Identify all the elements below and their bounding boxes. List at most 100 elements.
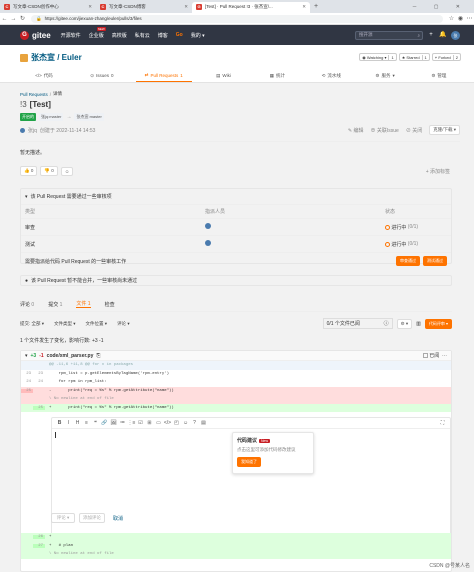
tab-comments[interactable]: 评论 0	[20, 301, 34, 308]
tab-files[interactable]: 文件 1	[76, 300, 91, 308]
tab-manage[interactable]: ⚙ 管理	[417, 70, 461, 82]
add-icon[interactable]: +	[427, 31, 435, 39]
new-tab-icon[interactable]: +	[314, 3, 318, 10]
thumbs-up-button[interactable]: 👍 0	[20, 166, 38, 176]
add-tag-link[interactable]: + 添加标签	[426, 168, 450, 175]
got-it-button[interactable]: 我知道了	[237, 457, 261, 467]
attachment-icon[interactable]: ◰	[172, 420, 181, 426]
close-tab-icon[interactable]: ✕	[88, 4, 92, 10]
tab-issues[interactable]: ⊙ Issues 0	[78, 70, 126, 82]
gitee-logo-icon[interactable]: G	[20, 30, 29, 40]
help-icon[interactable]: ?	[190, 420, 199, 426]
file-name[interactable]: code/xml_parser.py	[47, 353, 94, 359]
approve-test-button[interactable]: 测试通过	[423, 256, 447, 266]
inline-code-icon[interactable]: </>	[163, 420, 172, 426]
table-icon[interactable]: ⊞	[145, 420, 154, 426]
forward-icon[interactable]: →	[9, 16, 18, 22]
code-review-button[interactable]: 代码评审 ▾	[424, 318, 452, 329]
fork-button[interactable]: ⑂ Forked 2	[431, 53, 461, 61]
clone-download-button[interactable]: 克隆/下载 ▾	[429, 125, 460, 135]
tab-wiki[interactable]: ▤ Wiki	[202, 70, 246, 82]
browser-tab-csdn-write[interactable]: C 写文章-CSDN创作中心 ✕	[0, 2, 96, 13]
diff-line-deleted[interactable]: 25 - print("req = %s" % rpm.getAttribute(…	[21, 386, 451, 395]
nav-private-cloud[interactable]: 私有云	[135, 32, 150, 39]
close-tab-icon[interactable]: ✕	[302, 4, 306, 10]
close-pr-button[interactable]: ⊘ 关闭	[406, 127, 422, 134]
italic-icon[interactable]: I	[64, 420, 73, 426]
watch-button[interactable]: ◉ Watching ▾ 1	[359, 53, 397, 61]
chevron-down-icon[interactable]: ▾	[25, 353, 28, 359]
tab-code[interactable]: </> 代码	[20, 70, 68, 82]
code-suggestion-icon[interactable]: ▤	[199, 420, 208, 426]
ordered-list-icon[interactable]: ⋮≡	[127, 420, 136, 426]
menu-icon[interactable]: ⋯	[465, 15, 474, 22]
nav-open-source[interactable]: 开源软件	[61, 32, 81, 39]
strikethrough-icon[interactable]: ≡	[82, 420, 91, 426]
profile-icon[interactable]: ◉	[456, 15, 465, 22]
diff-line-added[interactable]: 25 + print("req = %s" % rpm.getAttribute(…	[21, 403, 451, 412]
nav-enterprise[interactable]: 企业版 NEW	[89, 26, 106, 39]
tab-pull-requests[interactable]: ⇄ Pull Requests 1	[135, 69, 192, 82]
target-branch[interactable]: 张杰宣:master	[74, 113, 104, 121]
search-input[interactable]: 搜开源 ⌕	[355, 30, 423, 40]
heading-icon[interactable]: H	[73, 420, 82, 426]
more-icon[interactable]: ⋯	[442, 353, 447, 359]
filter-comments[interactable]: 评论 ▾	[117, 321, 130, 327]
unordered-list-icon[interactable]: ≔	[118, 420, 127, 426]
nav-go[interactable]: Go	[176, 32, 183, 38]
diff-line-added[interactable]: 27 + # plan	[21, 541, 451, 550]
diff-line-added[interactable]: 26 +	[21, 533, 451, 542]
filter-file-location[interactable]: 文件位置 ▾	[86, 321, 108, 327]
fullscreen-icon[interactable]: ⛶	[438, 420, 447, 426]
author-avatar[interactable]	[20, 127, 25, 133]
cancel-button[interactable]: 取消	[113, 515, 123, 522]
filter-commits[interactable]: 提交: 全部 ▾	[20, 321, 44, 327]
gitee-logo-text[interactable]: gitee	[32, 31, 51, 40]
nav-mine[interactable]: 我的 ▾	[191, 32, 205, 39]
code-block-icon[interactable]: ▭	[154, 420, 163, 426]
comment-button[interactable]: 评论 ▾	[51, 513, 75, 523]
viewed-checkbox[interactable]	[422, 353, 428, 358]
repo-name[interactable]: Euler	[62, 53, 82, 62]
filter-file-type[interactable]: 文件类型 ▾	[54, 321, 76, 327]
nav-university[interactable]: 高校版	[112, 32, 127, 39]
image-icon[interactable]: 🖼	[109, 420, 118, 426]
tab-stats[interactable]: ▦ 统计	[255, 70, 299, 82]
window-controls[interactable]: ─ ▢ ✕	[413, 4, 474, 10]
add-reaction-button[interactable]: ☺	[60, 166, 74, 176]
author-name[interactable]: 张jq	[28, 127, 37, 134]
approve-review-button[interactable]: 审查通过	[396, 256, 420, 266]
edit-button[interactable]: ✎ 编辑	[348, 127, 364, 134]
tab-pipeline[interactable]: ⟲ 流水线	[309, 70, 353, 82]
filter-label: 文件位置	[85, 320, 104, 326]
add-comment-button[interactable]: 添加评论	[79, 513, 105, 523]
source-branch[interactable]: 张jq:master	[39, 113, 64, 121]
url-input[interactable]: 🔒 https://gitee.com/jiexuan-zhang/euler/…	[31, 14, 443, 23]
browser-tab-csdn-blog[interactable]: C 写文章-CSDN博客 ✕	[96, 2, 192, 13]
link-icon[interactable]: 🔗	[100, 420, 109, 426]
tab-checks[interactable]: 检查	[105, 301, 115, 308]
thumbs-down-button[interactable]: 👎 0	[40, 166, 58, 176]
sidebar-toggle-icon[interactable]: ▥	[416, 321, 421, 327]
star-button[interactable]: ★ Starred 1	[398, 53, 430, 61]
task-list-icon[interactable]: ☑	[136, 420, 145, 426]
quote-icon[interactable]: ❝	[91, 420, 100, 426]
repo-owner[interactable]: 张杰宣	[31, 52, 55, 63]
emoji-icon[interactable]: ☺	[181, 420, 190, 426]
tab-services[interactable]: ⚙ 服务 ▾	[363, 70, 407, 82]
close-tab-icon[interactable]: ✕	[184, 4, 188, 10]
tab-commits[interactable]: 提交 1	[48, 301, 62, 308]
chevron-down-icon[interactable]: ▾	[25, 194, 28, 200]
back-icon[interactable]: ←	[0, 16, 9, 22]
nav-blog[interactable]: 博客	[158, 32, 168, 39]
avatar[interactable]: 张	[451, 30, 460, 40]
settings-button[interactable]: ⚙ ▾	[396, 318, 413, 329]
breadcrumb-link[interactable]: Pull Requests	[20, 92, 48, 97]
browser-tab-gitee-pr[interactable]: G [Test] · Pull Request !3 · 张杰宣/... ✕	[192, 1, 310, 13]
bold-icon[interactable]: B	[55, 420, 64, 426]
link-issue-button[interactable]: ⊕ 关联Issue	[370, 127, 398, 134]
bell-icon[interactable]: 🔔	[439, 31, 447, 39]
favorites-icon[interactable]: ☆	[447, 15, 456, 22]
copy-icon[interactable]: ⎘	[96, 353, 100, 359]
refresh-icon[interactable]: ↻	[18, 15, 27, 22]
